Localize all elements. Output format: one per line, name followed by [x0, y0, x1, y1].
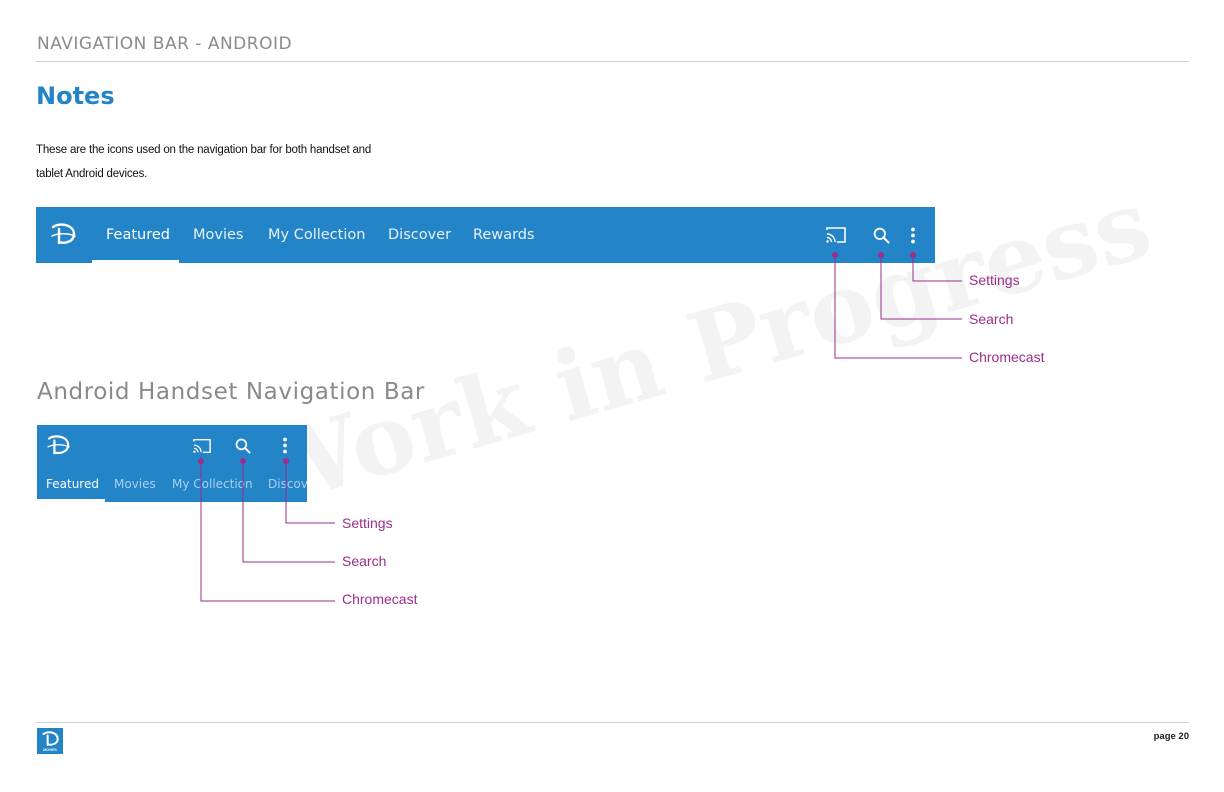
callout-label-settings: Settings — [969, 272, 1020, 288]
handset-callouts — [198, 458, 335, 602]
callout-label-chromecast: Chromecast — [969, 349, 1045, 365]
callout-label-search: Search — [342, 553, 387, 569]
tablet-callouts — [832, 252, 962, 359]
callout-label-chromecast: Chromecast — [342, 591, 418, 607]
callout-label-search: Search — [969, 311, 1014, 327]
callout-lines — [198, 252, 962, 602]
callout-label-settings: Settings — [342, 515, 393, 531]
